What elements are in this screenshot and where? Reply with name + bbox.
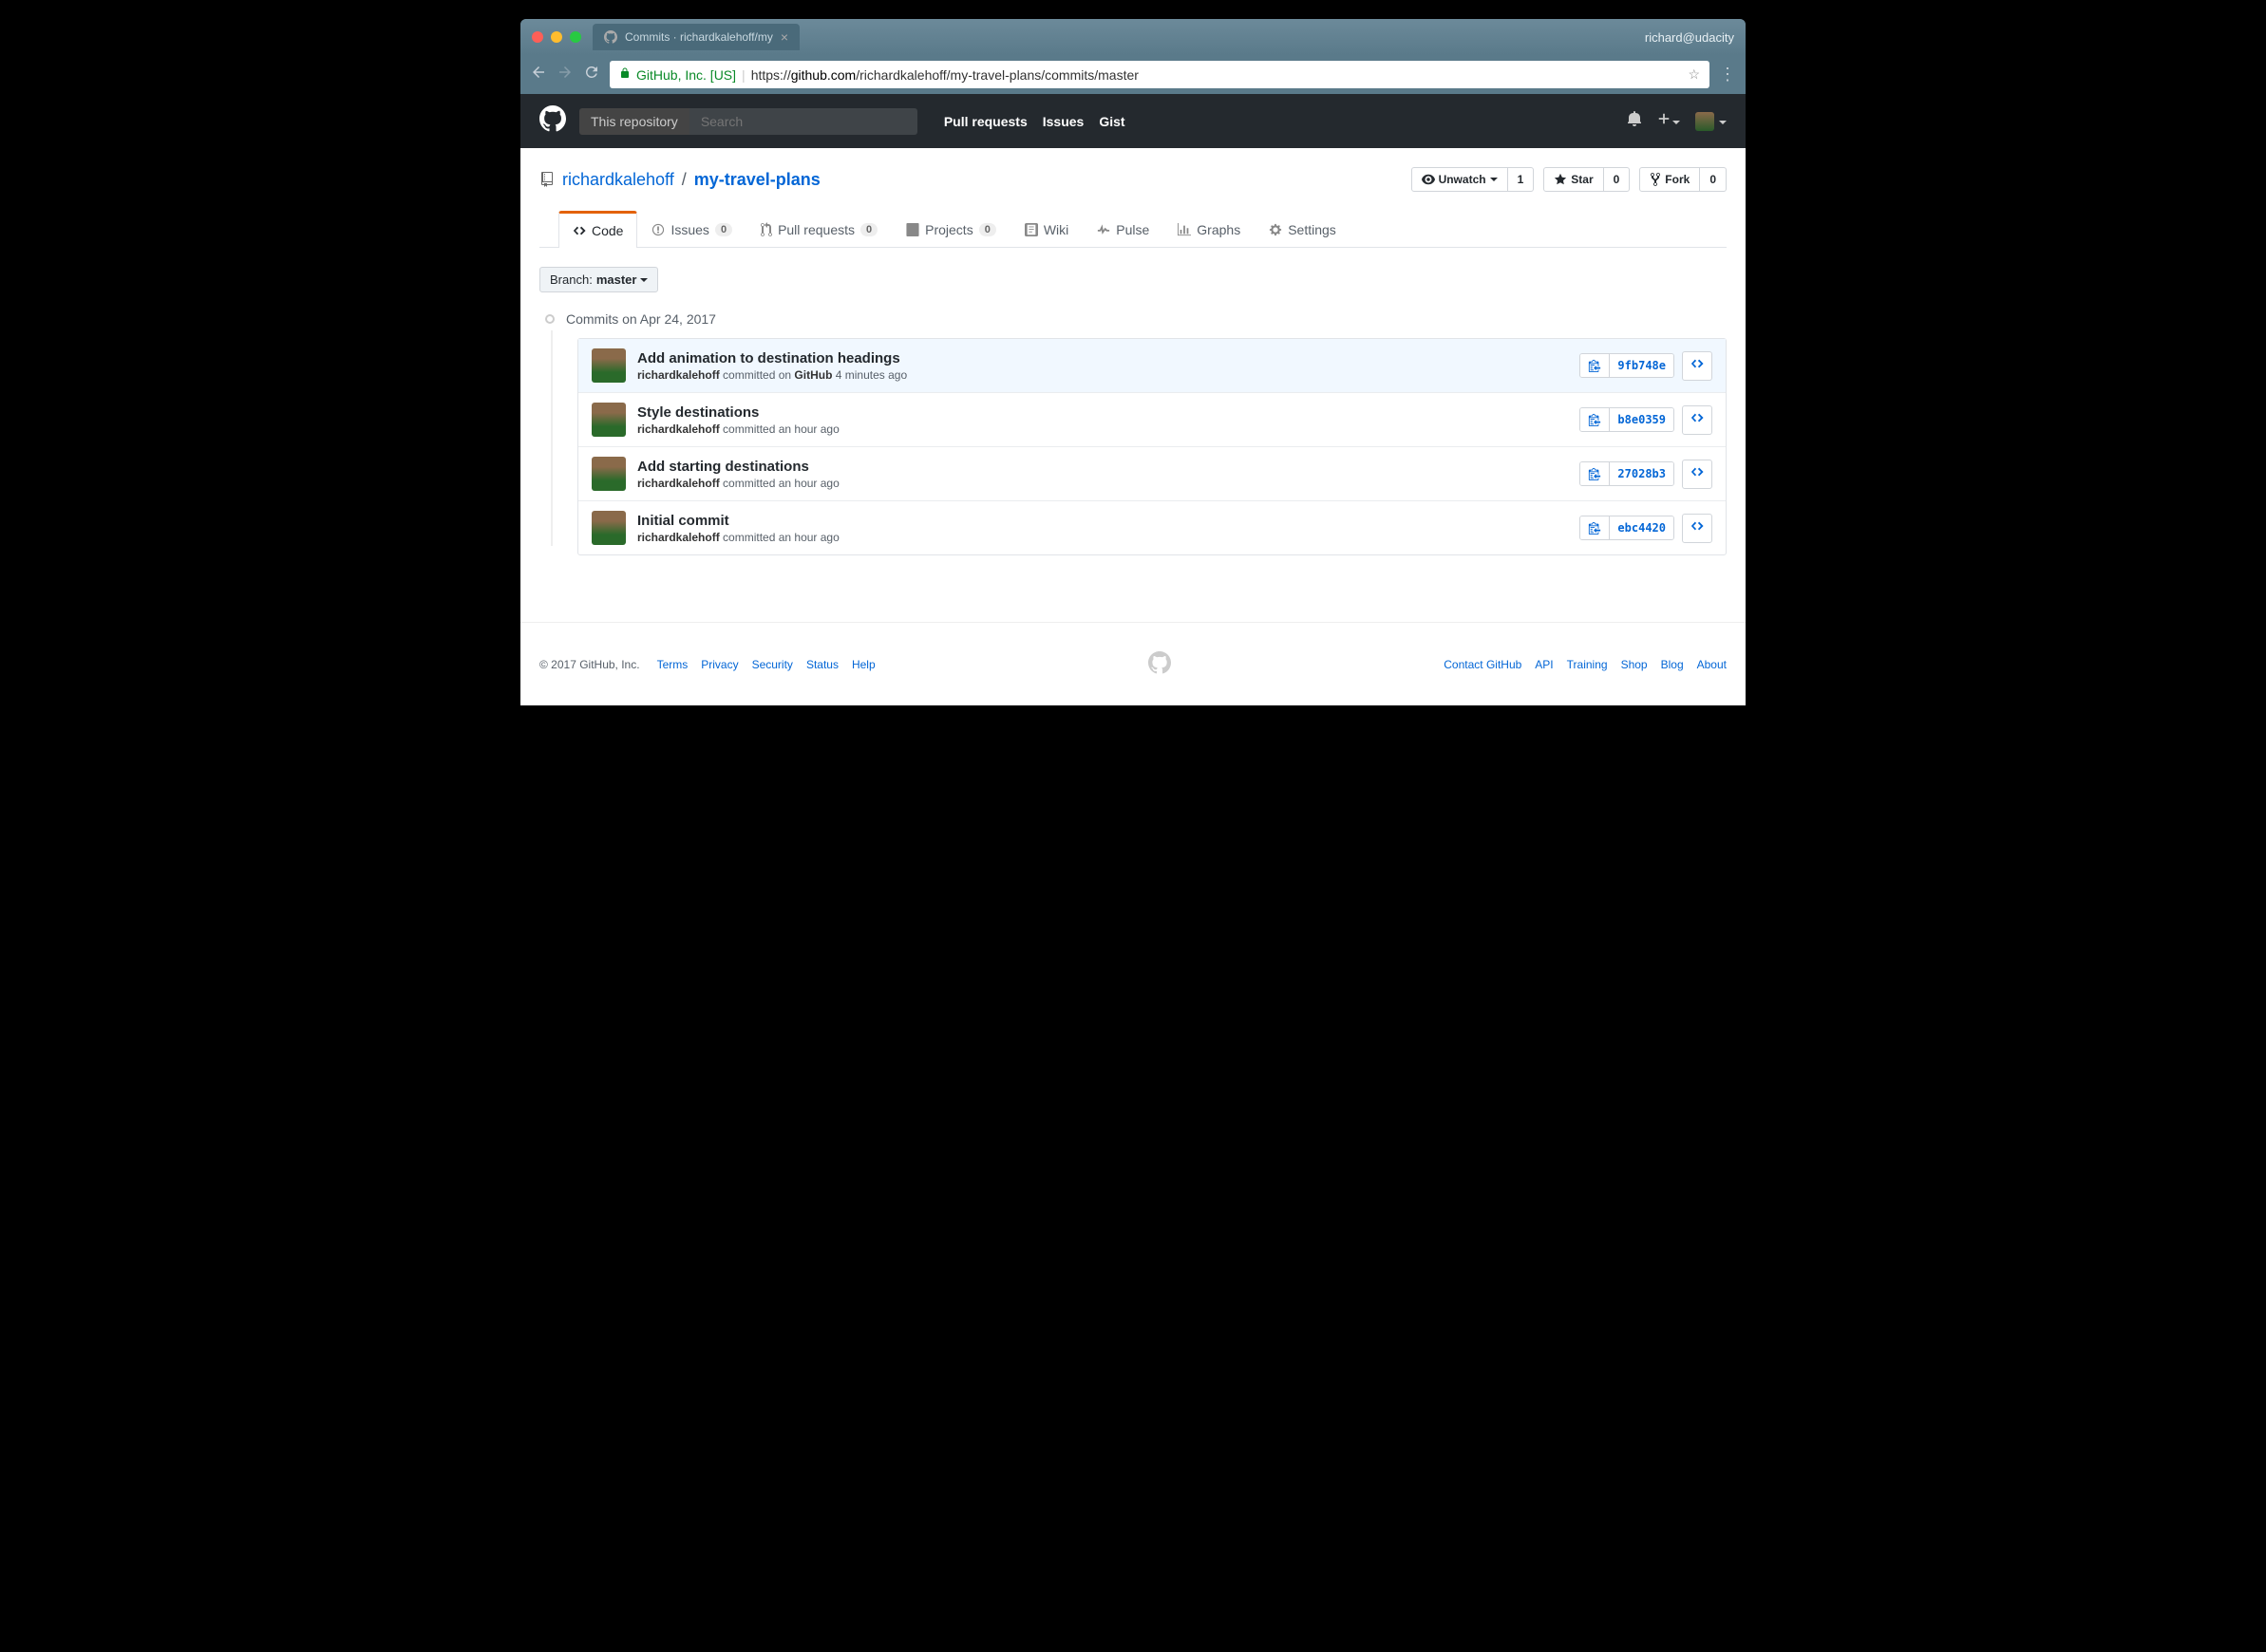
star-button[interactable]: Star <box>1543 167 1603 192</box>
copy-sha-button[interactable] <box>1580 408 1610 431</box>
chrome-profile[interactable]: richard@udacity <box>1645 30 1734 45</box>
footer-api[interactable]: API <box>1535 658 1553 671</box>
commit-author-link[interactable]: richardkalehoff <box>637 531 720 544</box>
user-menu[interactable] <box>1695 112 1727 131</box>
commit-title-link[interactable]: Style destinations <box>637 404 1579 421</box>
commit-row: Add starting destinations richardkalehoff… <box>578 447 1726 501</box>
tab-pull-requests[interactable]: Pull requests0 <box>746 211 892 247</box>
forward-button[interactable] <box>557 64 574 85</box>
lock-icon <box>619 66 631 83</box>
watch-count[interactable]: 1 <box>1508 167 1535 192</box>
copy-sha-button[interactable] <box>1580 516 1610 539</box>
nav-issues[interactable]: Issues <box>1043 114 1085 129</box>
repo-owner-link[interactable]: richardkalehoff <box>562 170 674 190</box>
fork-button[interactable]: Fork <box>1639 167 1700 192</box>
avatar-icon[interactable] <box>592 457 626 491</box>
commit-row: Style destinationsrichardkalehoff commit… <box>578 393 1726 447</box>
create-new-button[interactable] <box>1657 112 1680 130</box>
bookmark-star-icon[interactable]: ☆ <box>1688 66 1700 83</box>
sha-link[interactable]: 27028b3 <box>1610 462 1673 485</box>
footer-training[interactable]: Training <box>1567 658 1608 671</box>
window-close-button[interactable] <box>532 31 543 43</box>
commit-list: Add animation to destination headings ric… <box>577 338 1727 555</box>
browser-menu-button[interactable]: ⋮ <box>1719 65 1736 84</box>
url-text: https://github.com/richardkalehoff/my-tr… <box>751 67 1139 83</box>
nav-gist[interactable]: Gist <box>1099 114 1124 129</box>
footer-contact[interactable]: Contact GitHub <box>1444 658 1521 671</box>
sha-link[interactable]: ebc4420 <box>1610 516 1673 539</box>
footer-help[interactable]: Help <box>852 658 876 671</box>
commit-author-link[interactable]: richardkalehoff <box>637 477 720 490</box>
github-header: This repository Pull requests Issues Gis… <box>520 94 1746 148</box>
footer-about[interactable]: About <box>1697 658 1727 671</box>
footer-shop[interactable]: Shop <box>1621 658 1648 671</box>
avatar-icon[interactable] <box>592 348 626 383</box>
github-mark-icon[interactable] <box>1148 651 1171 677</box>
avatar-icon <box>1695 112 1714 131</box>
github-icon <box>604 30 617 44</box>
footer: © 2017 GitHub, Inc. Terms Privacy Securi… <box>520 622 1746 705</box>
tab-issues[interactable]: Issues0 <box>637 211 746 247</box>
commit-meta: richardkalehoff committed an hour ago <box>637 531 1579 544</box>
reload-button[interactable] <box>583 64 600 85</box>
star-count[interactable]: 0 <box>1604 167 1631 192</box>
repo-breadcrumb: richardkalehoff / my-travel-plans Unwatc… <box>539 167 1727 192</box>
commit-title-link[interactable]: Initial commit <box>637 513 1579 529</box>
address-bar[interactable]: GitHub, Inc. [US] | https://github.com/r… <box>610 61 1709 88</box>
avatar-icon[interactable] <box>592 511 626 545</box>
copy-sha-button[interactable] <box>1580 354 1610 377</box>
browser-tab[interactable]: Commits · richardkalehoff/my × <box>593 24 800 50</box>
copyright: © 2017 GitHub, Inc. <box>539 658 640 671</box>
browser-toolbar: GitHub, Inc. [US] | https://github.com/r… <box>520 55 1746 94</box>
browse-code-button[interactable] <box>1682 405 1712 435</box>
tab-code[interactable]: Code <box>558 211 637 248</box>
tab-title: Commits · richardkalehoff/my <box>625 30 773 44</box>
github-logo[interactable] <box>539 105 566 137</box>
search-scope-button[interactable]: This repository <box>579 108 689 135</box>
commit-author-link[interactable]: richardkalehoff <box>637 422 720 436</box>
commit-title-link[interactable]: Add animation to destination headings <box>637 350 1579 366</box>
tab-graphs[interactable]: Graphs <box>1163 211 1255 247</box>
tab-pulse[interactable]: Pulse <box>1083 211 1163 247</box>
timeline-node-icon <box>545 314 555 324</box>
commit-meta: richardkalehoff committed an hour ago <box>637 422 1579 436</box>
commit-title-link[interactable]: Add starting destinations <box>637 459 1579 475</box>
window-maximize-button[interactable] <box>570 31 581 43</box>
notifications-icon[interactable] <box>1627 111 1642 131</box>
commit-row: Add animation to destination headings ric… <box>578 339 1726 393</box>
repo-tabs: Code Issues0 Pull requests0 Projects0 Wi… <box>539 211 1727 248</box>
cert-org: GitHub, Inc. [US] <box>636 67 736 83</box>
tab-close-icon[interactable]: × <box>781 29 788 45</box>
footer-terms[interactable]: Terms <box>657 658 689 671</box>
avatar-icon[interactable] <box>592 403 626 437</box>
fork-count[interactable]: 0 <box>1700 167 1727 192</box>
repo-name-link[interactable]: my-travel-plans <box>694 170 821 190</box>
sha-link[interactable]: b8e0359 <box>1610 408 1673 431</box>
footer-blog[interactable]: Blog <box>1661 658 1684 671</box>
unwatch-button[interactable]: Unwatch <box>1411 167 1508 192</box>
back-button[interactable] <box>530 64 547 85</box>
copy-sha-button[interactable] <box>1580 462 1610 485</box>
browse-code-button[interactable] <box>1682 514 1712 543</box>
tab-settings[interactable]: Settings <box>1255 211 1350 247</box>
tab-projects[interactable]: Projects0 <box>892 211 1010 247</box>
tab-wiki[interactable]: Wiki <box>1010 211 1083 247</box>
window-minimize-button[interactable] <box>551 31 562 43</box>
browse-code-button[interactable] <box>1682 460 1712 489</box>
commit-meta: richardkalehoff committed an hour ago <box>637 477 1579 490</box>
repo-icon <box>539 172 555 187</box>
footer-privacy[interactable]: Privacy <box>701 658 738 671</box>
commit-row: Initial commit richardkalehoff committed … <box>578 501 1726 554</box>
commit-meta: richardkalehoff committed on GitHub 4 mi… <box>637 368 1579 382</box>
commits-date-header: Commits on Apr 24, 2017 <box>566 311 716 327</box>
search-input[interactable] <box>689 108 917 135</box>
browse-code-button[interactable] <box>1682 351 1712 381</box>
footer-status[interactable]: Status <box>806 658 839 671</box>
commit-author-link[interactable]: richardkalehoff <box>637 368 720 382</box>
footer-security[interactable]: Security <box>752 658 793 671</box>
branch-select-button[interactable]: Branch: master <box>539 267 658 292</box>
browser-titlebar: Commits · richardkalehoff/my × richard@u… <box>520 19 1746 55</box>
nav-pull-requests[interactable]: Pull requests <box>944 114 1028 129</box>
sha-link[interactable]: 9fb748e <box>1610 354 1673 377</box>
